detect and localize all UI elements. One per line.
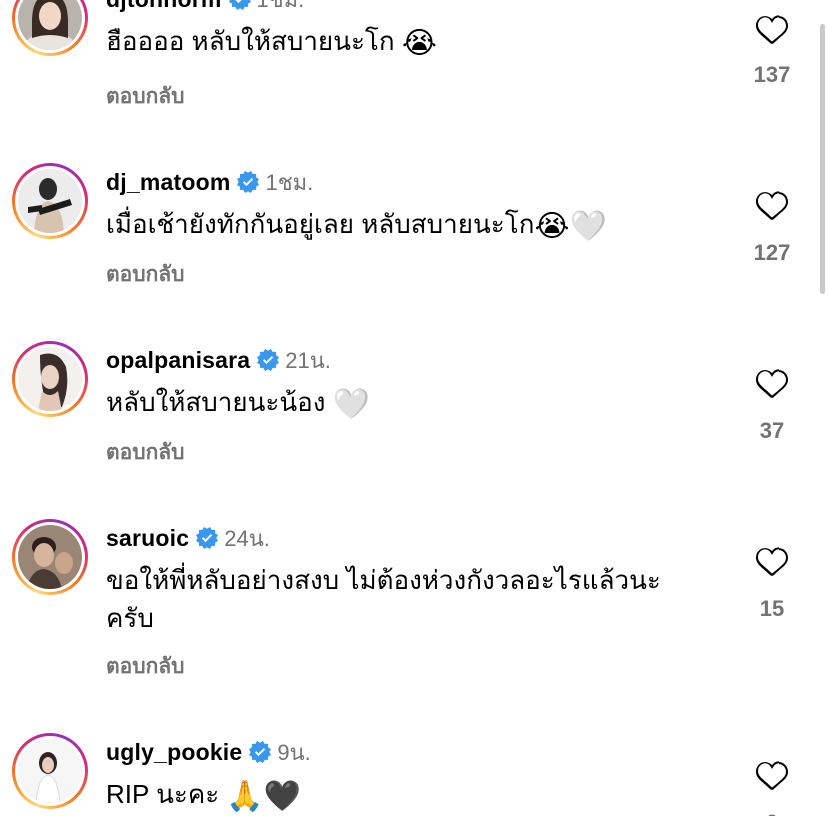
username[interactable]: saruoic	[106, 525, 189, 552]
heart-outline-icon[interactable]	[754, 760, 790, 792]
verified-badge-icon	[249, 741, 271, 763]
comment-meta: djtonhorm 1ชม.	[106, 0, 304, 14]
scrollbar[interactable]	[820, 24, 825, 294]
verified-badge-icon	[229, 0, 251, 10]
avatar-story-ring[interactable]	[12, 733, 88, 809]
timestamp: 9น.	[277, 739, 311, 765]
avatar[interactable]	[18, 347, 82, 411]
like-count[interactable]: 0	[732, 810, 812, 816]
comment-body-line: ขอให้พี่หลับอย่างสงบ ไม่ต้องห่วงกังวลอะไ…	[106, 565, 661, 595]
reply-button[interactable]: ตอบกลับ	[106, 650, 185, 683]
comment-text: ขอให้พี่หลับอย่างสงบ ไม่ต้องห่วงกังวลอะไ…	[106, 561, 706, 637]
avatar-story-ring[interactable]	[12, 0, 88, 56]
avatar[interactable]	[18, 525, 82, 589]
heart-outline-icon[interactable]	[754, 190, 790, 222]
comment-text: ฮืออออ หลับให้สบายนะโก 😭	[106, 22, 706, 63]
heart-outline-icon[interactable]	[754, 546, 790, 578]
verified-badge-icon	[257, 349, 279, 371]
comment-meta: ugly_pookie 9น.	[106, 737, 311, 767]
avatar[interactable]	[18, 739, 82, 803]
timestamp: 21น.	[285, 347, 331, 373]
timestamp: 1ชม.	[257, 0, 305, 17]
timestamp: 24น.	[224, 525, 270, 551]
comment-emoji: 🙏🖤	[226, 780, 302, 813]
avatar-story-ring[interactable]	[12, 341, 88, 417]
username[interactable]: djtonhorm	[106, 0, 222, 13]
comment-body: หลับให้สบายนะน้อง	[106, 387, 333, 417]
reply-button[interactable]: ตอบกลับ	[106, 258, 185, 291]
comments-page: djtonhorm 1ชม. ฮืออออ หลับให้สบายนะโก 😭 …	[0, 0, 828, 816]
heart-outline-icon[interactable]	[754, 368, 790, 400]
comment-meta: dj_matoom 1ชม.	[106, 167, 313, 197]
like-count[interactable]: 15	[732, 596, 812, 622]
username[interactable]: ugly_pookie	[106, 739, 242, 766]
like-count[interactable]: 37	[732, 418, 812, 444]
reply-button[interactable]: ตอบกลับ	[106, 80, 185, 113]
timestamp: 1ชม.	[265, 169, 314, 195]
avatar-story-ring[interactable]	[12, 163, 88, 239]
comment-body-line: ครับ	[106, 603, 154, 633]
avatar[interactable]	[18, 169, 82, 233]
comment-body: เมื่อเช้ายังทักกันอยู่เลย หลับสบายนะโก	[106, 209, 535, 239]
verified-badge-icon	[196, 527, 218, 549]
heart-outline-icon[interactable]	[754, 14, 790, 46]
comment-text: เมื่อเช้ายังทักกันอยู่เลย หลับสบายนะโก😭🤍	[106, 205, 706, 246]
like-count[interactable]: 137	[732, 62, 812, 88]
reply-button[interactable]: ตอบกลับ	[106, 436, 185, 469]
comment-meta: saruoic 24น.	[106, 523, 270, 553]
comment-body: ฮืออออ หลับให้สบายนะโก	[106, 26, 395, 56]
like-count[interactable]: 127	[732, 240, 812, 266]
comment-emoji: 😭	[401, 27, 437, 60]
comment-emoji: 😭🤍	[534, 210, 607, 243]
comment-text: RIP นะคะ 🙏🖤	[106, 775, 706, 816]
comment-body: RIP นะคะ	[106, 779, 227, 809]
username[interactable]: opalpanisara	[106, 347, 250, 374]
username[interactable]: dj_matoom	[106, 169, 230, 196]
comment-meta: opalpanisara 21น.	[106, 345, 331, 375]
verified-badge-icon	[237, 171, 259, 193]
comment-text: หลับให้สบายนะน้อง 🤍	[106, 383, 706, 424]
comment-emoji: 🤍	[332, 388, 371, 421]
avatar-story-ring[interactable]	[12, 519, 88, 595]
